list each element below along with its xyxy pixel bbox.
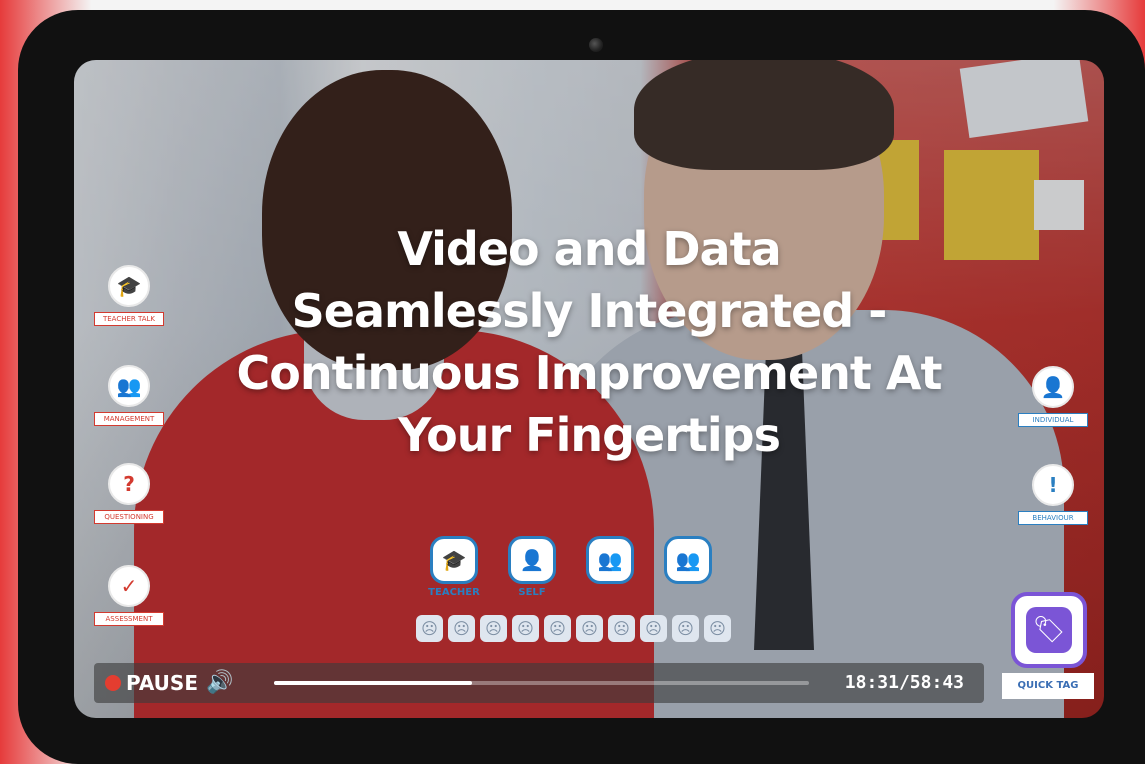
rating-scale: ☹ ☹ ☹ ☹ ☹ ☹ ☹ ☹ ☹ ☹ — [416, 615, 731, 642]
graduation-cap-icon: 🎓 — [108, 265, 150, 307]
tag-icon: 🏷 — [1026, 607, 1072, 653]
timecode: 18:31/58:43 — [844, 672, 964, 693]
sad-face-icon[interactable]: ☹ — [640, 615, 667, 642]
headline-line: Video and Data — [397, 222, 781, 276]
group-icon: 👥 — [664, 536, 712, 584]
pause-button[interactable]: PAUSE — [126, 671, 198, 695]
quick-tag-label[interactable]: QUICK TAG — [1002, 673, 1094, 699]
tag-individual[interactable]: 👤 INDIVIDUAL — [1018, 366, 1088, 427]
participant-tag-row: 🎓 TEACHER 👤 SELF 👥 👥 — [419, 536, 739, 606]
checkmark-icon: ✓ — [108, 565, 150, 607]
headline-line: Seamlessly Integrated - — [291, 284, 888, 338]
headline-line: Your Fingertips — [398, 408, 781, 462]
exclamation-icon: ! — [1032, 464, 1074, 506]
sad-face-icon[interactable]: ☹ — [672, 615, 699, 642]
progress-track[interactable] — [274, 681, 809, 685]
question-bubble-icon: ? — [108, 463, 150, 505]
tag-label: ASSESSMENT — [94, 612, 164, 626]
group-icon: 👥 — [108, 365, 150, 407]
person-icon: 👤 — [1032, 366, 1074, 408]
group-icon: 👥 — [586, 536, 634, 584]
sad-face-icon[interactable]: ☹ — [608, 615, 635, 642]
tag-label: SELF — [518, 587, 546, 598]
sad-face-icon[interactable]: ☹ — [512, 615, 539, 642]
tag-label: TEACHER — [428, 587, 480, 598]
person-icon: 👤 — [508, 536, 556, 584]
tag-label: TEACHER TALK — [94, 312, 164, 326]
tag-teacher[interactable]: 🎓 TEACHER — [419, 536, 489, 598]
video-player[interactable]: Video and Data Seamlessly Integrated - C… — [74, 60, 1104, 718]
record-indicator-icon — [105, 675, 121, 691]
tag-behaviour[interactable]: ! BEHAVIOUR — [1018, 464, 1088, 525]
tag-label: MANAGEMENT — [94, 412, 164, 426]
tag-self[interactable]: 👤 SELF — [497, 536, 567, 598]
sad-face-icon[interactable]: ☹ — [448, 615, 475, 642]
tag-assessment[interactable]: ✓ ASSESSMENT — [94, 565, 164, 626]
volume-icon[interactable]: 🔊 — [206, 670, 233, 695]
tag-label: QUESTIONING — [94, 510, 164, 524]
tag-questioning[interactable]: ? QUESTIONING — [94, 463, 164, 524]
front-camera — [589, 38, 603, 52]
sad-face-icon[interactable]: ☹ — [544, 615, 571, 642]
sad-face-icon[interactable]: ☹ — [480, 615, 507, 642]
headline-line: Continuous Improvement At — [236, 346, 942, 400]
video-controls: PAUSE 🔊 18:31/58:43 — [94, 663, 984, 703]
tag-management[interactable]: 👥 MANAGEMENT — [94, 365, 164, 426]
tag-teacher-talk[interactable]: 🎓 TEACHER TALK — [94, 265, 164, 326]
sad-face-icon[interactable]: ☹ — [416, 615, 443, 642]
quick-tag-button[interactable]: 🏷 — [1011, 592, 1087, 668]
graduation-cap-icon: 🎓 — [430, 536, 478, 584]
progress-fill — [274, 681, 472, 685]
tag-label: INDIVIDUAL — [1018, 413, 1088, 427]
tag-label: BEHAVIOUR — [1018, 511, 1088, 525]
sad-face-icon[interactable]: ☹ — [576, 615, 603, 642]
tag-class[interactable]: 👥 — [653, 536, 723, 587]
sad-face-icon[interactable]: ☹ — [704, 615, 731, 642]
headline: Video and Data Seamlessly Integrated - C… — [74, 218, 1104, 466]
tag-group[interactable]: 👥 — [575, 536, 645, 587]
